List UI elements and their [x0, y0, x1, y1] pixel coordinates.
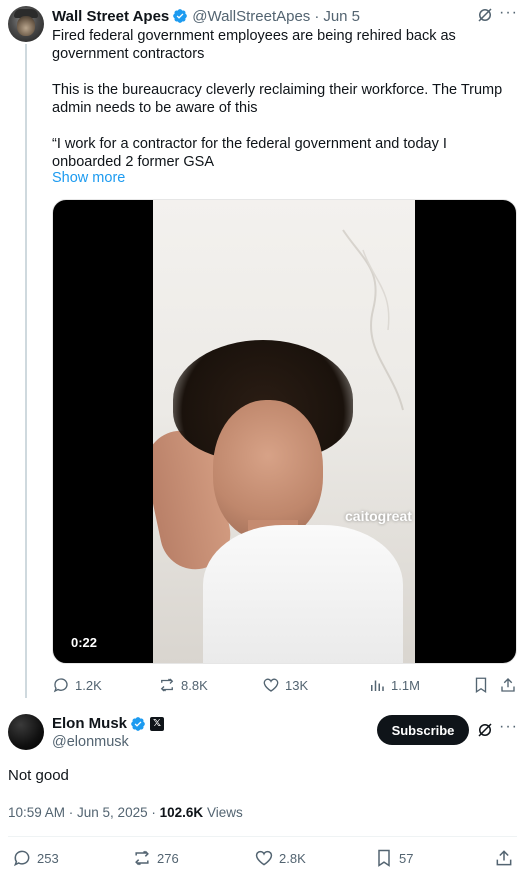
views-button[interactable]: 1.1M	[368, 676, 420, 694]
separator-dot: ·	[151, 805, 160, 820]
like-button[interactable]: 13K	[262, 676, 308, 694]
tweet-paragraph: “I work for a contractor for the federal…	[52, 136, 447, 170]
views-label: Views	[206, 805, 243, 820]
views-count[interactable]: 102.6K	[160, 805, 204, 820]
tweet-header: Wall Street Apes @WallStreetApes · Jun 5	[52, 6, 360, 26]
tweet-text: Fired federal government employees are b…	[52, 27, 520, 171]
grok-icon[interactable]	[476, 721, 494, 739]
like-count: 13K	[285, 677, 309, 693]
tweet-header: Elon Musk 𝕏	[52, 715, 165, 732]
tweet-timestamp[interactable]: 10:59 AM · Jun 5, 2025	[8, 805, 148, 820]
tweet-paragraph: Fired federal government employees are b…	[52, 28, 456, 62]
repost-button[interactable]: 276	[132, 848, 179, 868]
tweet-action-bar: 1.2K 8.8K 13K 1.1M	[52, 676, 520, 696]
reply-icon	[53, 678, 68, 693]
repost-count: 8.8K	[181, 677, 208, 693]
reply-count: 253	[37, 850, 59, 866]
show-more-link[interactable]: Show more	[52, 170, 125, 186]
share-button[interactable]	[494, 848, 514, 868]
video-player[interactable]: caitogreat 0:22	[52, 199, 517, 664]
video-person-face	[213, 400, 323, 540]
tweet-text: Not good	[8, 767, 69, 784]
reply-icon	[13, 850, 30, 867]
author-name[interactable]: Elon Musk	[52, 715, 127, 732]
more-icon[interactable]: ···	[499, 718, 518, 736]
reply-button[interactable]: 1.2K	[52, 676, 102, 694]
avatar[interactable]	[8, 6, 44, 42]
repost-count: 276	[157, 850, 179, 866]
divider	[8, 836, 517, 837]
subscribe-button[interactable]: Subscribe	[377, 715, 469, 745]
bookmark-button[interactable]: 57	[374, 848, 413, 868]
views-icon	[371, 680, 384, 691]
share-icon	[501, 678, 515, 692]
author-handle[interactable]: @elonmusk	[52, 734, 129, 750]
share-button[interactable]	[499, 676, 517, 694]
separator-dot: ·	[314, 7, 320, 25]
verified-badge-icon	[173, 9, 188, 23]
tweet-action-bar: 253 276 2.8K 57	[12, 848, 517, 868]
bookmark-icon	[378, 849, 390, 867]
avatar-face	[17, 16, 35, 36]
video-person-shirt	[203, 525, 403, 663]
author-handle[interactable]: @WallStreetApes	[192, 8, 310, 25]
views-count: 1.1M	[391, 677, 420, 693]
x-affiliate-icon: 𝕏	[150, 716, 165, 731]
bookmark-button[interactable]	[472, 676, 490, 694]
like-icon	[263, 678, 279, 692]
video-frame	[153, 200, 415, 663]
video-duration-badge: 0:22	[63, 633, 106, 652]
like-icon	[255, 850, 273, 866]
thread-connector-line	[25, 44, 27, 698]
grok-icon[interactable]	[476, 6, 494, 24]
repost-button[interactable]: 8.8K	[158, 676, 208, 694]
avatar[interactable]	[8, 714, 44, 750]
bookmark-icon	[475, 677, 487, 694]
more-icon[interactable]: ···	[499, 4, 519, 22]
repost-icon	[160, 678, 174, 692]
share-icon	[496, 850, 512, 866]
like-count: 2.8K	[279, 850, 306, 866]
bookmark-count: 57	[399, 850, 414, 866]
tweet-paragraph: This is the bureaucracy cleverly reclaim…	[52, 82, 503, 116]
tweet-meta: 10:59 AM · Jun 5, 2025 · 102.6K Views	[8, 805, 243, 820]
author-name[interactable]: Wall Street Apes	[52, 8, 169, 25]
tweet-date[interactable]: Jun 5	[323, 8, 360, 25]
reply-button[interactable]: 253	[12, 848, 59, 868]
repost-icon	[135, 850, 149, 866]
verified-badge-icon	[131, 716, 145, 731]
like-button[interactable]: 2.8K	[254, 848, 306, 868]
video-watermark: caitogreat	[345, 508, 412, 524]
reply-count: 1.2K	[75, 677, 102, 693]
